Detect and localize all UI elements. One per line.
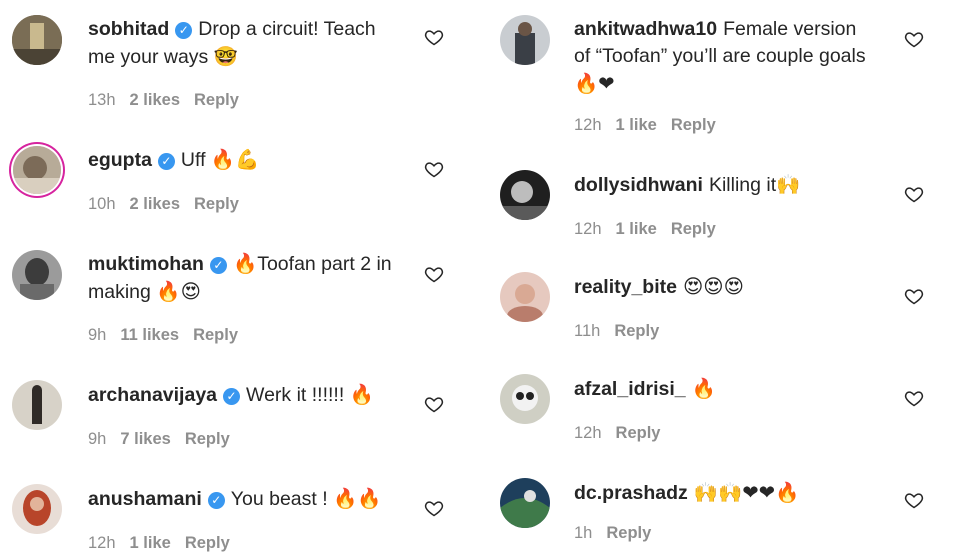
comment-emoji: 🔥😍	[156, 280, 201, 303]
username[interactable]: reality_bite	[574, 276, 677, 298]
comment-meta: 12h 1 like Reply	[574, 220, 730, 239]
comment-text: Killing it	[708, 174, 777, 196]
likes-count[interactable]: 1 like	[616, 116, 657, 134]
verified-badge-icon: ✓	[175, 22, 193, 39]
comment-meta: 9h 11 likes Reply	[88, 326, 252, 345]
verified-badge-icon: ✓	[223, 388, 241, 405]
avatar[interactable]	[500, 272, 550, 322]
username[interactable]: egupta	[88, 149, 152, 171]
likes-count[interactable]: 11 likes	[120, 326, 179, 344]
avatar[interactable]	[12, 380, 62, 430]
avatar[interactable]	[12, 15, 62, 65]
username[interactable]: archanavijaya	[88, 384, 217, 406]
heart-outline-icon[interactable]	[424, 27, 444, 47]
timestamp: 11h	[574, 322, 601, 340]
comment-meta: 12h Reply	[574, 424, 674, 443]
reply-button[interactable]: Reply	[194, 195, 239, 213]
timestamp: 10h	[88, 195, 116, 213]
heart-outline-icon[interactable]	[904, 184, 924, 204]
reply-button[interactable]: Reply	[185, 534, 230, 552]
timestamp: 12h	[88, 534, 116, 552]
heart-outline-icon[interactable]	[424, 264, 444, 284]
reply-button[interactable]: Reply	[671, 220, 716, 238]
reply-button[interactable]: Reply	[193, 326, 238, 344]
avatar[interactable]	[500, 374, 550, 424]
comment-text: Werk it !!!!!!	[246, 384, 345, 406]
comment-emoji: 🔥💪	[210, 148, 260, 171]
reply-button[interactable]: Reply	[185, 430, 230, 448]
comment-text: Uff	[180, 149, 206, 171]
comment-text: You beast !	[230, 488, 328, 510]
comment-emoji: 🔥	[691, 377, 716, 400]
heart-outline-icon[interactable]	[424, 394, 444, 414]
comment-emoji: 🔥🔥	[333, 487, 382, 510]
comment-emoji: 🙌🙌❤❤🔥	[693, 481, 800, 504]
heart-outline-icon[interactable]	[904, 286, 924, 306]
username[interactable]: dollysidhwani	[574, 174, 703, 196]
likes-count[interactable]: 1 like	[130, 534, 171, 552]
timestamp: 12h	[574, 220, 602, 238]
verified-badge-icon: ✓	[157, 153, 175, 170]
comment-emoji: 🤓	[213, 45, 238, 68]
reply-button[interactable]: Reply	[194, 91, 239, 109]
timestamp: 13h	[88, 91, 116, 109]
comment-meta: 13h 2 likes Reply	[88, 91, 253, 110]
avatar[interactable]	[12, 250, 62, 300]
username[interactable]: afzal_idrisi_	[574, 378, 686, 400]
likes-count[interactable]: 1 like	[616, 220, 657, 238]
timestamp: 9h	[88, 326, 107, 344]
heart-outline-icon[interactable]	[424, 159, 444, 179]
heart-outline-icon[interactable]	[424, 498, 444, 518]
reply-button[interactable]: Reply	[616, 424, 661, 442]
comment-meta: 11h Reply	[574, 322, 673, 341]
username[interactable]: anushamani	[88, 488, 202, 510]
avatar[interactable]	[500, 478, 550, 528]
username[interactable]: dc.prashadz	[574, 482, 688, 504]
comment-meta: 12h 1 like Reply	[88, 534, 244, 553]
timestamp: 12h	[574, 116, 602, 134]
avatar[interactable]	[12, 484, 62, 534]
comment-meta: 12h 1 like Reply	[574, 116, 730, 135]
likes-count[interactable]: 2 likes	[130, 195, 180, 213]
comment-meta: 10h 2 likes Reply	[88, 195, 253, 214]
verified-badge-icon: ✓	[209, 257, 227, 274]
username[interactable]: sobhitad	[88, 18, 169, 40]
timestamp: 1h	[574, 524, 593, 542]
avatar[interactable]	[500, 15, 550, 65]
heart-outline-icon[interactable]	[904, 29, 924, 49]
comment-emoji: 🙌	[776, 173, 801, 196]
username[interactable]: muktimohan	[88, 253, 204, 275]
reply-button[interactable]: Reply	[606, 524, 651, 542]
likes-count[interactable]: 7 likes	[120, 430, 170, 448]
comment-meta: 9h 7 likes Reply	[88, 430, 244, 449]
timestamp: 12h	[574, 424, 602, 442]
comment-emoji: 🔥	[349, 383, 374, 406]
timestamp: 9h	[88, 430, 107, 448]
avatar[interactable]	[13, 146, 61, 194]
comment-emoji: 😍😍😍	[682, 275, 744, 298]
reply-button[interactable]: Reply	[614, 322, 659, 340]
verified-badge-icon: ✓	[207, 492, 225, 509]
reply-button[interactable]: Reply	[671, 116, 716, 134]
heart-outline-icon[interactable]	[904, 490, 924, 510]
username[interactable]: ankitwadhwa10	[574, 18, 717, 40]
heart-outline-icon[interactable]	[904, 388, 924, 408]
comment-meta: 1h Reply	[574, 524, 665, 543]
avatar[interactable]	[500, 170, 550, 220]
likes-count[interactable]: 2 likes	[130, 91, 180, 109]
comment-emoji: 🔥❤	[574, 72, 615, 95]
